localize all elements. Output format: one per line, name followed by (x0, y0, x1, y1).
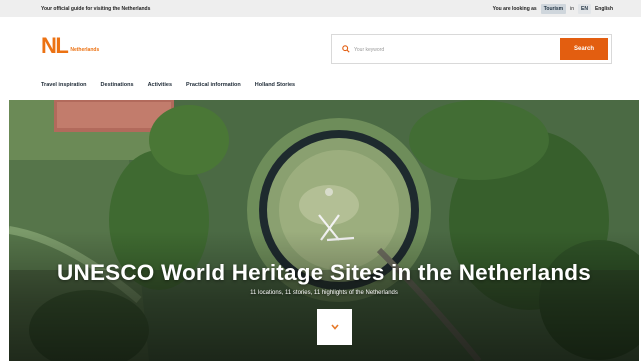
main-navigation: Travel inspiration Destinations Activiti… (41, 82, 295, 88)
site-header: NL Netherlands Search (0, 17, 641, 75)
hero-subtitle: 11 locations, 11 stories, 11 highlights … (250, 290, 398, 296)
logo-mark: NL (41, 33, 69, 58)
site-tagline: Your official guide for visiting the Net… (41, 6, 151, 12)
nav-item-activities[interactable]: Activities (148, 82, 172, 88)
language-code-select[interactable]: EN (577, 4, 591, 14)
audience-select[interactable]: Tourism (540, 4, 567, 14)
in-label: in (570, 6, 574, 12)
search-icon (342, 45, 350, 53)
scroll-down-button[interactable] (317, 309, 352, 345)
nav-item-practical-information[interactable]: Practical information (186, 82, 241, 88)
search-bar: Search (331, 34, 612, 64)
language-name[interactable]: English (595, 6, 613, 12)
top-utility-bar: Your official guide for visiting the Net… (0, 0, 641, 17)
chevron-down-icon (330, 324, 339, 330)
audience-language-selector: You are looking as Tourism in EN English (493, 4, 613, 14)
hero-banner: UNESCO World Heritage Sites in the Nethe… (9, 100, 639, 361)
nav-item-travel-inspiration[interactable]: Travel inspiration (41, 82, 87, 88)
page: Your official guide for visiting the Net… (0, 0, 641, 361)
logo-text: Netherlands (70, 47, 100, 53)
search-button[interactable]: Search (560, 38, 608, 60)
hero-title: UNESCO World Heritage Sites in the Nethe… (57, 260, 591, 285)
nav-item-holland-stories[interactable]: Holland Stories (255, 82, 295, 88)
search-input[interactable] (354, 45, 534, 55)
nav-item-destinations[interactable]: Destinations (101, 82, 134, 88)
nl-logo[interactable]: NL Netherlands (41, 33, 100, 58)
looking-as-label: You are looking as (492, 6, 537, 12)
